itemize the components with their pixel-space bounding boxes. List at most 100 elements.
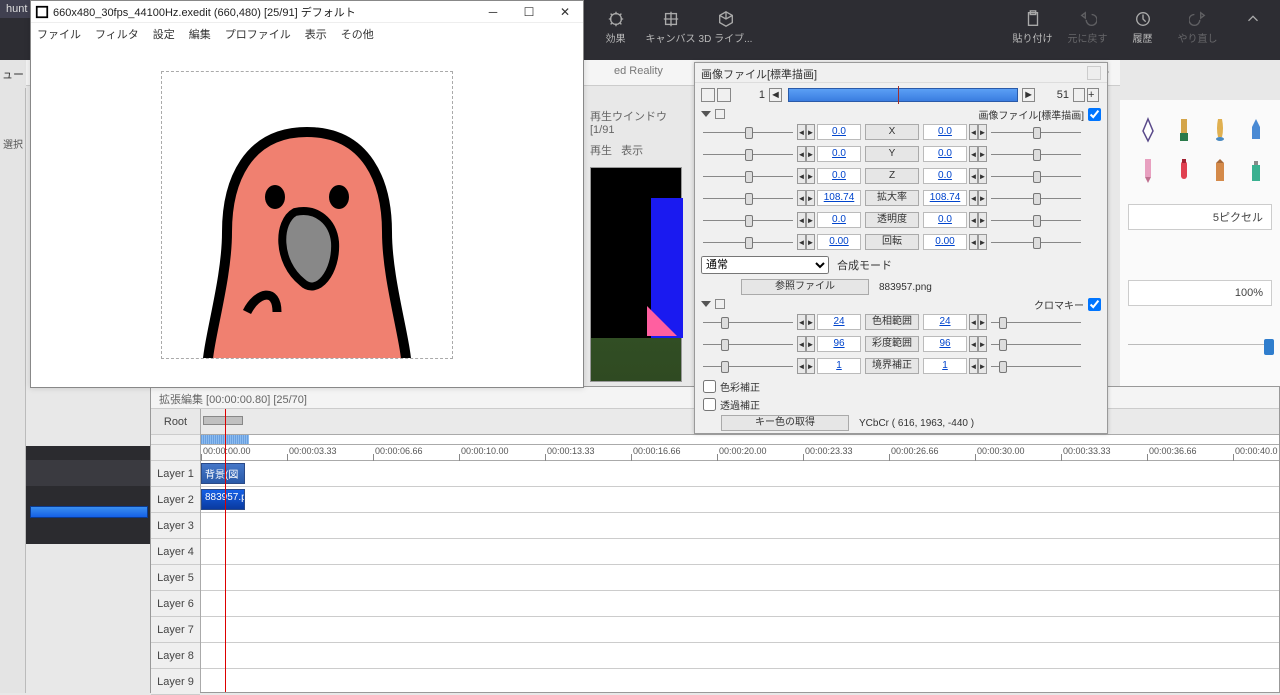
spin-right[interactable]: ◄► [969, 358, 987, 374]
menu-filter[interactable]: フィルタ [95, 26, 139, 42]
time-ruler[interactable]: 00:00:00.0000:00:03.3300:00:06.6600:00:1… [201, 445, 1279, 461]
layer-9[interactable]: Layer 9 [151, 669, 200, 695]
clip-bg[interactable]: 背景(図形 [201, 463, 245, 484]
frame-bar[interactable] [788, 88, 1018, 102]
props-close[interactable] [1087, 66, 1101, 80]
menu-file[interactable]: ファイル [37, 26, 81, 42]
layer-6[interactable]: Layer 6 [151, 591, 200, 617]
pen-icon[interactable] [1130, 112, 1166, 148]
value-right[interactable]: 108.74 [923, 190, 967, 206]
hunt-tab[interactable]: hunt [0, 0, 33, 18]
bg-tool-canvas[interactable]: キャンバス [643, 6, 698, 49]
spin-left[interactable]: ◄► [797, 212, 815, 228]
slider-right[interactable] [989, 235, 1083, 249]
blend-mode-select[interactable]: 通常 [701, 256, 829, 274]
slider-right[interactable] [989, 315, 1083, 329]
spin-left[interactable]: ◄► [797, 190, 815, 206]
slider-left[interactable] [701, 359, 795, 373]
spin-right[interactable]: ◄► [969, 124, 987, 140]
clip-image[interactable]: 883957.p [201, 489, 245, 510]
section-toggle[interactable] [701, 111, 711, 117]
layer-3[interactable]: Layer 3 [151, 513, 200, 539]
calligraphy-icon[interactable] [1202, 112, 1238, 148]
layer-4[interactable]: Layer 4 [151, 539, 200, 565]
spin-left[interactable]: ◄► [797, 336, 815, 352]
crayon-icon[interactable] [1202, 152, 1238, 188]
icon-btn-a[interactable] [1073, 88, 1085, 102]
slider-right[interactable] [989, 169, 1083, 183]
value-left[interactable]: 24 [817, 314, 861, 330]
chroma-toggle[interactable] [701, 301, 711, 307]
value-right[interactable]: 0.0 [923, 168, 967, 184]
pencil-icon[interactable] [1130, 152, 1166, 188]
icon-align1[interactable] [701, 88, 715, 102]
alpha-correct-check[interactable] [703, 398, 716, 411]
play-menu-view[interactable]: 表示 [621, 145, 643, 157]
root-button[interactable]: Root [151, 409, 200, 435]
spin-left[interactable]: ◄► [797, 124, 815, 140]
slider-right[interactable] [989, 337, 1083, 351]
props-title[interactable]: 画像ファイル[標準描画] [695, 63, 1107, 83]
spin-left[interactable]: ◄► [797, 146, 815, 162]
menu-profile[interactable]: プロファイル [225, 26, 291, 42]
prop-label[interactable]: 色相範囲 [865, 314, 919, 330]
value-right[interactable]: 0.0 [923, 212, 967, 228]
value-left[interactable]: 0.0 [817, 146, 861, 162]
slider-left[interactable] [701, 147, 795, 161]
slider-left[interactable] [701, 337, 795, 351]
value-right[interactable]: 96 [923, 336, 967, 352]
prev-frame-button[interactable]: ◄ [769, 88, 782, 102]
playhead[interactable] [225, 409, 226, 692]
layer-8[interactable]: Layer 8 [151, 643, 200, 669]
slider-right[interactable] [989, 147, 1083, 161]
spin-right[interactable]: ◄► [969, 234, 987, 250]
minimize-button[interactable]: ─ [475, 1, 511, 23]
progress-bar[interactable] [30, 506, 148, 518]
layer-5[interactable]: Layer 5 [151, 565, 200, 591]
bg-expand[interactable] [1225, 6, 1280, 49]
slider-right[interactable] [989, 125, 1083, 139]
spin-right[interactable]: ◄► [969, 190, 987, 206]
titlebar[interactable]: 660x480_30fps_44100Hz.exedit (660,480) [… [31, 1, 583, 23]
value-right[interactable]: 0.00 [923, 234, 967, 250]
slider-left[interactable] [701, 315, 795, 329]
value-left[interactable]: 0.00 [817, 234, 861, 250]
prop-label[interactable]: X [865, 124, 919, 140]
bg-tool-history[interactable]: 履歴 [1115, 6, 1170, 49]
spin-right[interactable]: ◄► [969, 168, 987, 184]
prop-label[interactable]: 境界補正 [865, 358, 919, 374]
value-left[interactable]: 96 [817, 336, 861, 352]
bg-tool-3d[interactable]: 3D ライブ... [698, 6, 753, 49]
brush-size-field[interactable]: 5ピクセル [1128, 204, 1272, 230]
icon-align2[interactable] [717, 88, 731, 102]
opacity-slider[interactable] [1128, 344, 1272, 360]
layer-2[interactable]: Layer 2 [151, 487, 200, 513]
spin-left[interactable]: ◄► [797, 234, 815, 250]
marker-blue-icon[interactable] [1238, 112, 1274, 148]
slider-left[interactable] [701, 235, 795, 249]
prop-label[interactable]: Y [865, 146, 919, 162]
spin-left[interactable]: ◄► [797, 358, 815, 374]
brush-icon[interactable] [1166, 112, 1202, 148]
slider-left[interactable] [701, 191, 795, 205]
color-correct-check[interactable] [703, 380, 716, 393]
spray-icon[interactable] [1238, 152, 1274, 188]
icon-btn-b[interactable]: + [1087, 88, 1099, 102]
close-button[interactable]: ✕ [547, 1, 583, 23]
value-left[interactable]: 0.0 [817, 124, 861, 140]
file-ref-button[interactable]: 参照ファイル [741, 279, 869, 295]
value-left[interactable]: 0.0 [817, 212, 861, 228]
value-left[interactable]: 0.0 [817, 168, 861, 184]
spin-right[interactable]: ◄► [969, 212, 987, 228]
prop-label[interactable]: 彩度範囲 [865, 336, 919, 352]
bg-tool-effect[interactable]: 効果 [588, 6, 643, 49]
menu-edit[interactable]: 編集 [189, 26, 211, 42]
key-color-button[interactable]: キー色の取得 [721, 415, 849, 431]
spin-right[interactable]: ◄► [969, 314, 987, 330]
bg-tool-paste[interactable]: 貼り付け [1005, 6, 1060, 49]
slider-right[interactable] [989, 359, 1083, 373]
prop-label[interactable]: 透明度 [865, 212, 919, 228]
slider-right[interactable] [989, 213, 1083, 227]
slider-left[interactable] [701, 169, 795, 183]
spin-right[interactable]: ◄► [969, 146, 987, 162]
